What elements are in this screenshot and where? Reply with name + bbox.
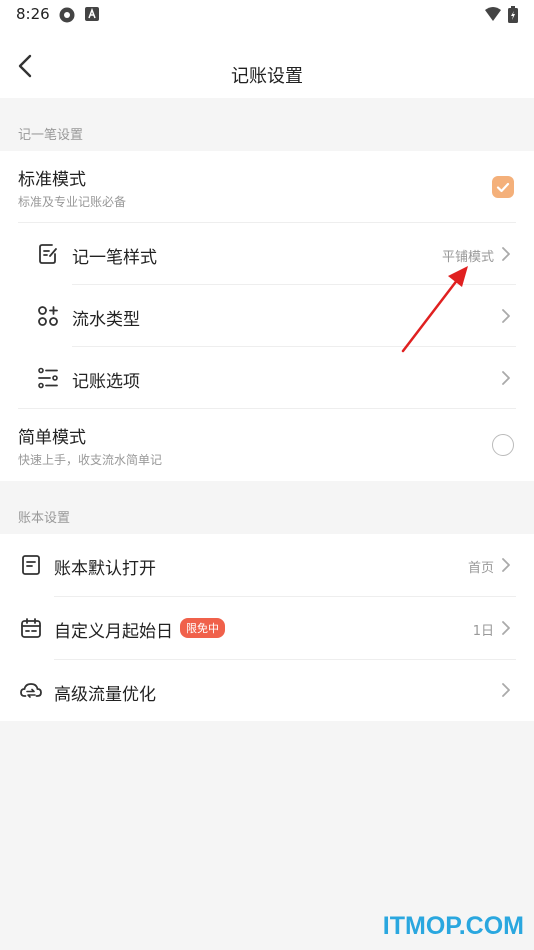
record-options-label: 记账选项 — [72, 372, 140, 392]
nav-header: 记账设置 — [0, 28, 534, 98]
battery-icon — [508, 6, 518, 23]
grid-add-icon — [38, 306, 58, 326]
status-bar: 8:26 — [0, 0, 534, 28]
record-style-value: 平铺模式 — [441, 250, 494, 265]
month-start-day-item[interactable]: 自定义月起始日 限免中 1日 — [0, 597, 534, 659]
keyboard-notification-icon — [85, 7, 99, 21]
watermark: ITMOP.COM — [382, 912, 524, 940]
chevron-right-icon — [502, 621, 510, 635]
cloud-sync-icon — [20, 683, 42, 698]
record-options-item[interactable]: 记账选项 — [0, 347, 534, 409]
simple-mode-subtitle: 快速上手，收支流水简单记 — [18, 453, 163, 467]
free-limited-badge: 限免中 — [180, 618, 225, 638]
month-start-day-label: 自定义月起始日 — [54, 622, 173, 642]
book-default-open-value: 首页 — [467, 561, 494, 576]
check-icon — [496, 182, 510, 193]
chevron-right-icon — [502, 247, 510, 261]
chevron-right-icon — [502, 683, 510, 697]
edit-note-icon — [39, 244, 57, 264]
chevron-right-icon — [502, 371, 510, 385]
standard-mode-option[interactable]: 标准模式 标准及专业记账必备 — [0, 151, 534, 223]
page-title: 记账设置 — [231, 66, 303, 87]
document-icon — [22, 555, 40, 575]
record-style-label: 记一笔样式 — [72, 248, 157, 268]
flow-type-item[interactable]: 流水类型 — [0, 285, 534, 347]
wifi-icon — [485, 7, 501, 21]
record-style-item[interactable]: 记一笔样式 平铺模式 — [0, 223, 534, 285]
sliders-icon — [38, 367, 58, 389]
simple-mode-title: 简单模式 — [18, 428, 86, 448]
simple-mode-checkbox[interactable] — [492, 434, 514, 456]
book-default-open-label: 账本默认打开 — [54, 559, 156, 579]
flow-type-label: 流水类型 — [72, 310, 140, 330]
book-default-open-item[interactable]: 账本默认打开 首页 — [0, 534, 534, 596]
simple-mode-option[interactable]: 简单模式 快速上手，收支流水简单记 — [0, 409, 534, 481]
section-label-record: 记一笔设置 — [18, 128, 84, 143]
traffic-optimization-label: 高级流量优化 — [54, 685, 156, 705]
calendar-icon — [21, 618, 41, 638]
record-settings-card: 标准模式 标准及专业记账必备 记一笔样式 平铺模式 流水类型 记账选项 简单模式… — [0, 151, 534, 481]
app-notification-icon — [59, 7, 75, 23]
section-label-book: 账本设置 — [18, 511, 71, 526]
status-time: 8:26 — [16, 5, 50, 23]
standard-mode-checkbox[interactable] — [492, 176, 514, 198]
chevron-right-icon — [502, 309, 510, 323]
chevron-right-icon — [502, 558, 510, 572]
standard-mode-subtitle: 标准及专业记账必备 — [18, 195, 127, 209]
month-start-day-value: 1日 — [472, 624, 494, 639]
standard-mode-title: 标准模式 — [18, 170, 86, 190]
traffic-optimization-item[interactable]: 高级流量优化 — [0, 660, 534, 721]
book-settings-card: 账本默认打开 首页 自定义月起始日 限免中 1日 高级流量优化 — [0, 534, 534, 721]
